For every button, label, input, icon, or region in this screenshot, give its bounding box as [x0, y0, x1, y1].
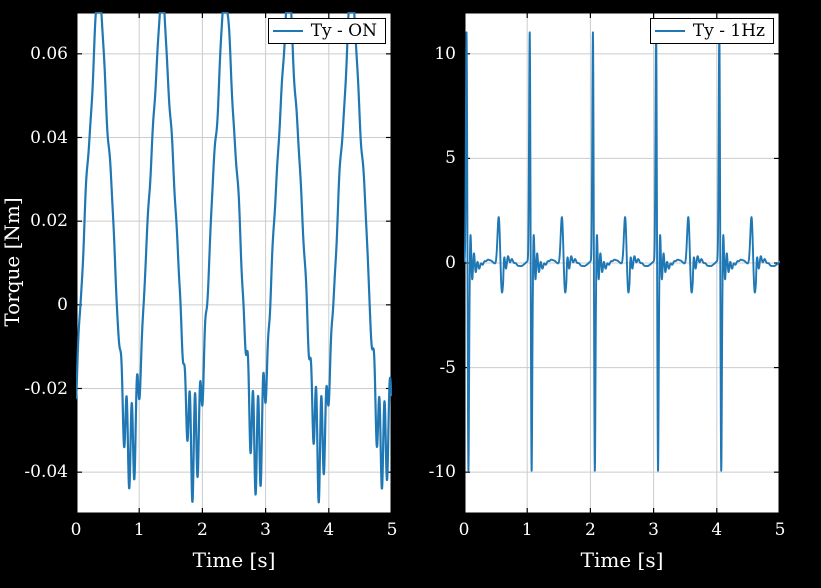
- series-ty-on: [76, 12, 392, 502]
- legend-right: Ty - 1Hz: [650, 18, 774, 44]
- xtick-label: 5: [775, 520, 786, 540]
- xtick-label: 2: [585, 520, 596, 540]
- chart-left: [76, 12, 392, 514]
- xtick-label: 4: [323, 520, 334, 540]
- ytick-label: -10: [429, 462, 456, 482]
- chart-panel-right: Ty - 1Hz: [464, 12, 780, 514]
- xtick-label: 4: [711, 520, 722, 540]
- ytick-label: 0: [445, 253, 456, 273]
- chart-right: [464, 12, 780, 514]
- ytick-label: 5: [445, 148, 456, 168]
- legend-label-right: Ty - 1Hz: [693, 21, 765, 41]
- ytick-label: 10: [434, 44, 456, 64]
- ytick-label: -5: [439, 358, 456, 378]
- xtick-label: 2: [197, 520, 208, 540]
- xtick-label: 3: [260, 520, 271, 540]
- xlabel-right: Time [s]: [581, 548, 664, 572]
- chart-panel-left: Ty - ON: [76, 12, 392, 514]
- xtick-label: 0: [459, 520, 470, 540]
- xtick-label: 1: [522, 520, 533, 540]
- xtick-label: 1: [134, 520, 145, 540]
- xtick-label: 0: [71, 520, 82, 540]
- ylabel-left: Torque [Nm]: [0, 197, 24, 326]
- legend-color-swatch: [273, 30, 303, 32]
- xtick-label: 5: [387, 520, 398, 540]
- ytick-label: 0.06: [30, 44, 68, 64]
- legend-label-left: Ty - ON: [311, 21, 377, 41]
- ytick-label: -0.02: [24, 379, 68, 399]
- ytick-label: 0.02: [30, 211, 68, 231]
- xtick-label: 3: [648, 520, 659, 540]
- ytick-label: 0: [57, 295, 68, 315]
- legend-left: Ty - ON: [268, 18, 386, 44]
- ytick-label: -0.04: [24, 462, 68, 482]
- xlabel-left: Time [s]: [193, 548, 276, 572]
- series-ty-1hz: [464, 32, 780, 470]
- ytick-label: 0.04: [30, 128, 68, 148]
- legend-color-swatch: [655, 30, 685, 32]
